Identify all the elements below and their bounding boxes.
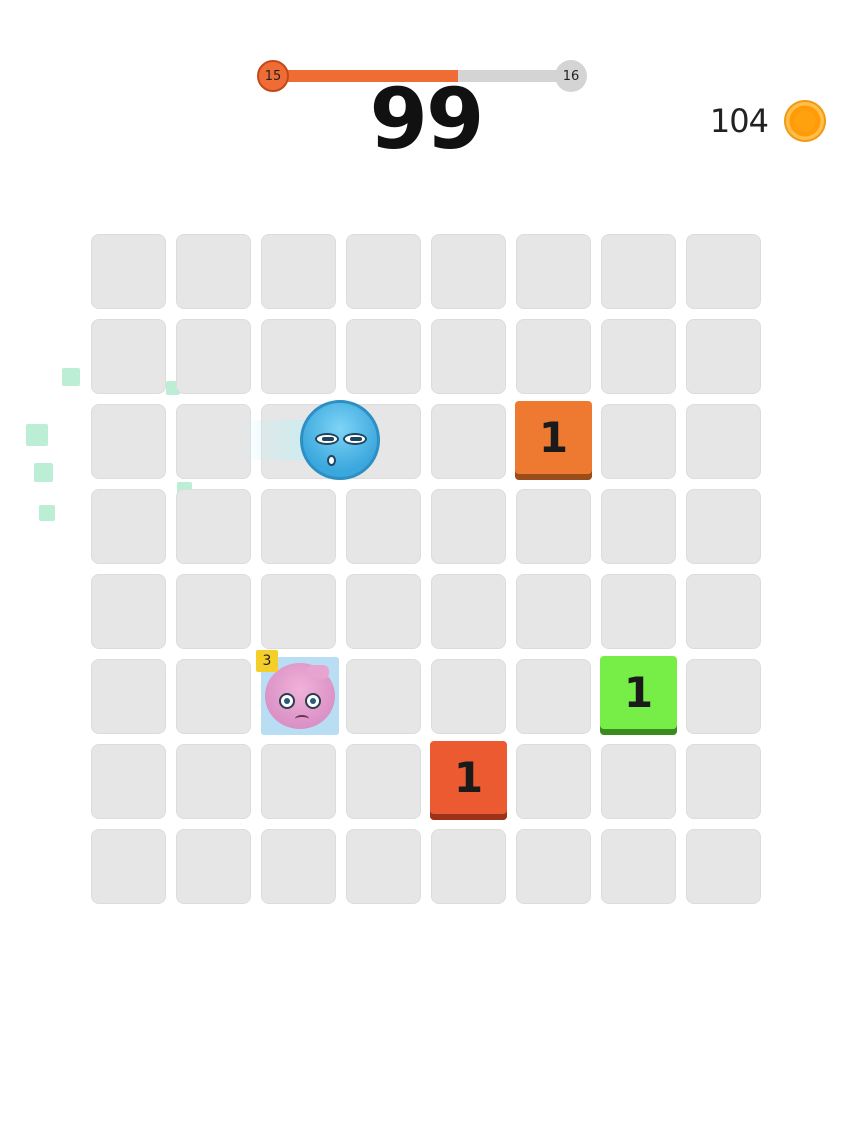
- number-block: 1: [515, 401, 592, 480]
- board-cell: [601, 489, 676, 564]
- board-cell: [176, 829, 251, 904]
- coin-icon: [784, 100, 826, 142]
- board-cell: [686, 319, 761, 394]
- board-cell: [516, 829, 591, 904]
- board-cell: [346, 234, 421, 309]
- board-cell: [516, 744, 591, 819]
- board-cell: [516, 659, 591, 734]
- board-cell: [91, 404, 166, 479]
- ball-eye: [343, 433, 367, 445]
- board-cell: [431, 574, 506, 649]
- board-cell: [686, 574, 761, 649]
- board-cell: [91, 744, 166, 819]
- board-cell: [431, 404, 506, 479]
- particle: [62, 368, 80, 386]
- board-cell: [261, 489, 336, 564]
- board-cell: [176, 659, 251, 734]
- board-cell: [261, 744, 336, 819]
- coin-count: 104: [709, 102, 769, 140]
- number-block: 1: [430, 741, 507, 820]
- blue-ball-icon: [300, 400, 380, 480]
- board-cell: [601, 744, 676, 819]
- board-cell: [431, 489, 506, 564]
- board-cell: [346, 319, 421, 394]
- coin-counter: 104: [710, 100, 826, 142]
- board-cell: [261, 829, 336, 904]
- particle: [39, 505, 55, 521]
- board-cell: [686, 404, 761, 479]
- number-block: 1: [600, 656, 677, 735]
- board-cell: [176, 319, 251, 394]
- board-cell: [686, 744, 761, 819]
- board-cell: [91, 659, 166, 734]
- board-cell: [91, 489, 166, 564]
- ball-mouth: [327, 455, 336, 466]
- bow-icon: [307, 665, 329, 679]
- board-cell: [516, 319, 591, 394]
- board-cell: [261, 234, 336, 309]
- board-cell: [686, 829, 761, 904]
- particle: [26, 424, 48, 446]
- board-cell: [686, 489, 761, 564]
- board-cell: [91, 574, 166, 649]
- particle: [34, 463, 53, 482]
- board-cell: [431, 659, 506, 734]
- board-cell: [601, 319, 676, 394]
- board-cell: [516, 574, 591, 649]
- board-cell: [346, 489, 421, 564]
- board-cell: [176, 744, 251, 819]
- board-cell: [261, 319, 336, 394]
- board-cell: [516, 234, 591, 309]
- board-cell: [176, 574, 251, 649]
- board-cell: [176, 489, 251, 564]
- board-cell: [346, 744, 421, 819]
- board-cell: [91, 319, 166, 394]
- board-cell: [346, 659, 421, 734]
- ball-eye: [315, 433, 339, 445]
- board-cell: [601, 234, 676, 309]
- board-cell: [686, 659, 761, 734]
- board-cell: [91, 829, 166, 904]
- board-cell: [431, 234, 506, 309]
- board-cell: [516, 489, 591, 564]
- board-cell: [346, 574, 421, 649]
- game-board[interactable]: 1 1 1: [91, 234, 771, 914]
- board-cell: [261, 574, 336, 649]
- pink-blob-icon: [265, 663, 335, 729]
- board-cell: [686, 234, 761, 309]
- enemy-hit-points: 3: [256, 650, 278, 672]
- board-cell: [601, 574, 676, 649]
- board-cell: [176, 234, 251, 309]
- board-cell: [346, 829, 421, 904]
- board-cell: [431, 829, 506, 904]
- board-cell: [601, 404, 676, 479]
- board-cell: [431, 319, 506, 394]
- board-cell: [601, 829, 676, 904]
- board-cell: [91, 234, 166, 309]
